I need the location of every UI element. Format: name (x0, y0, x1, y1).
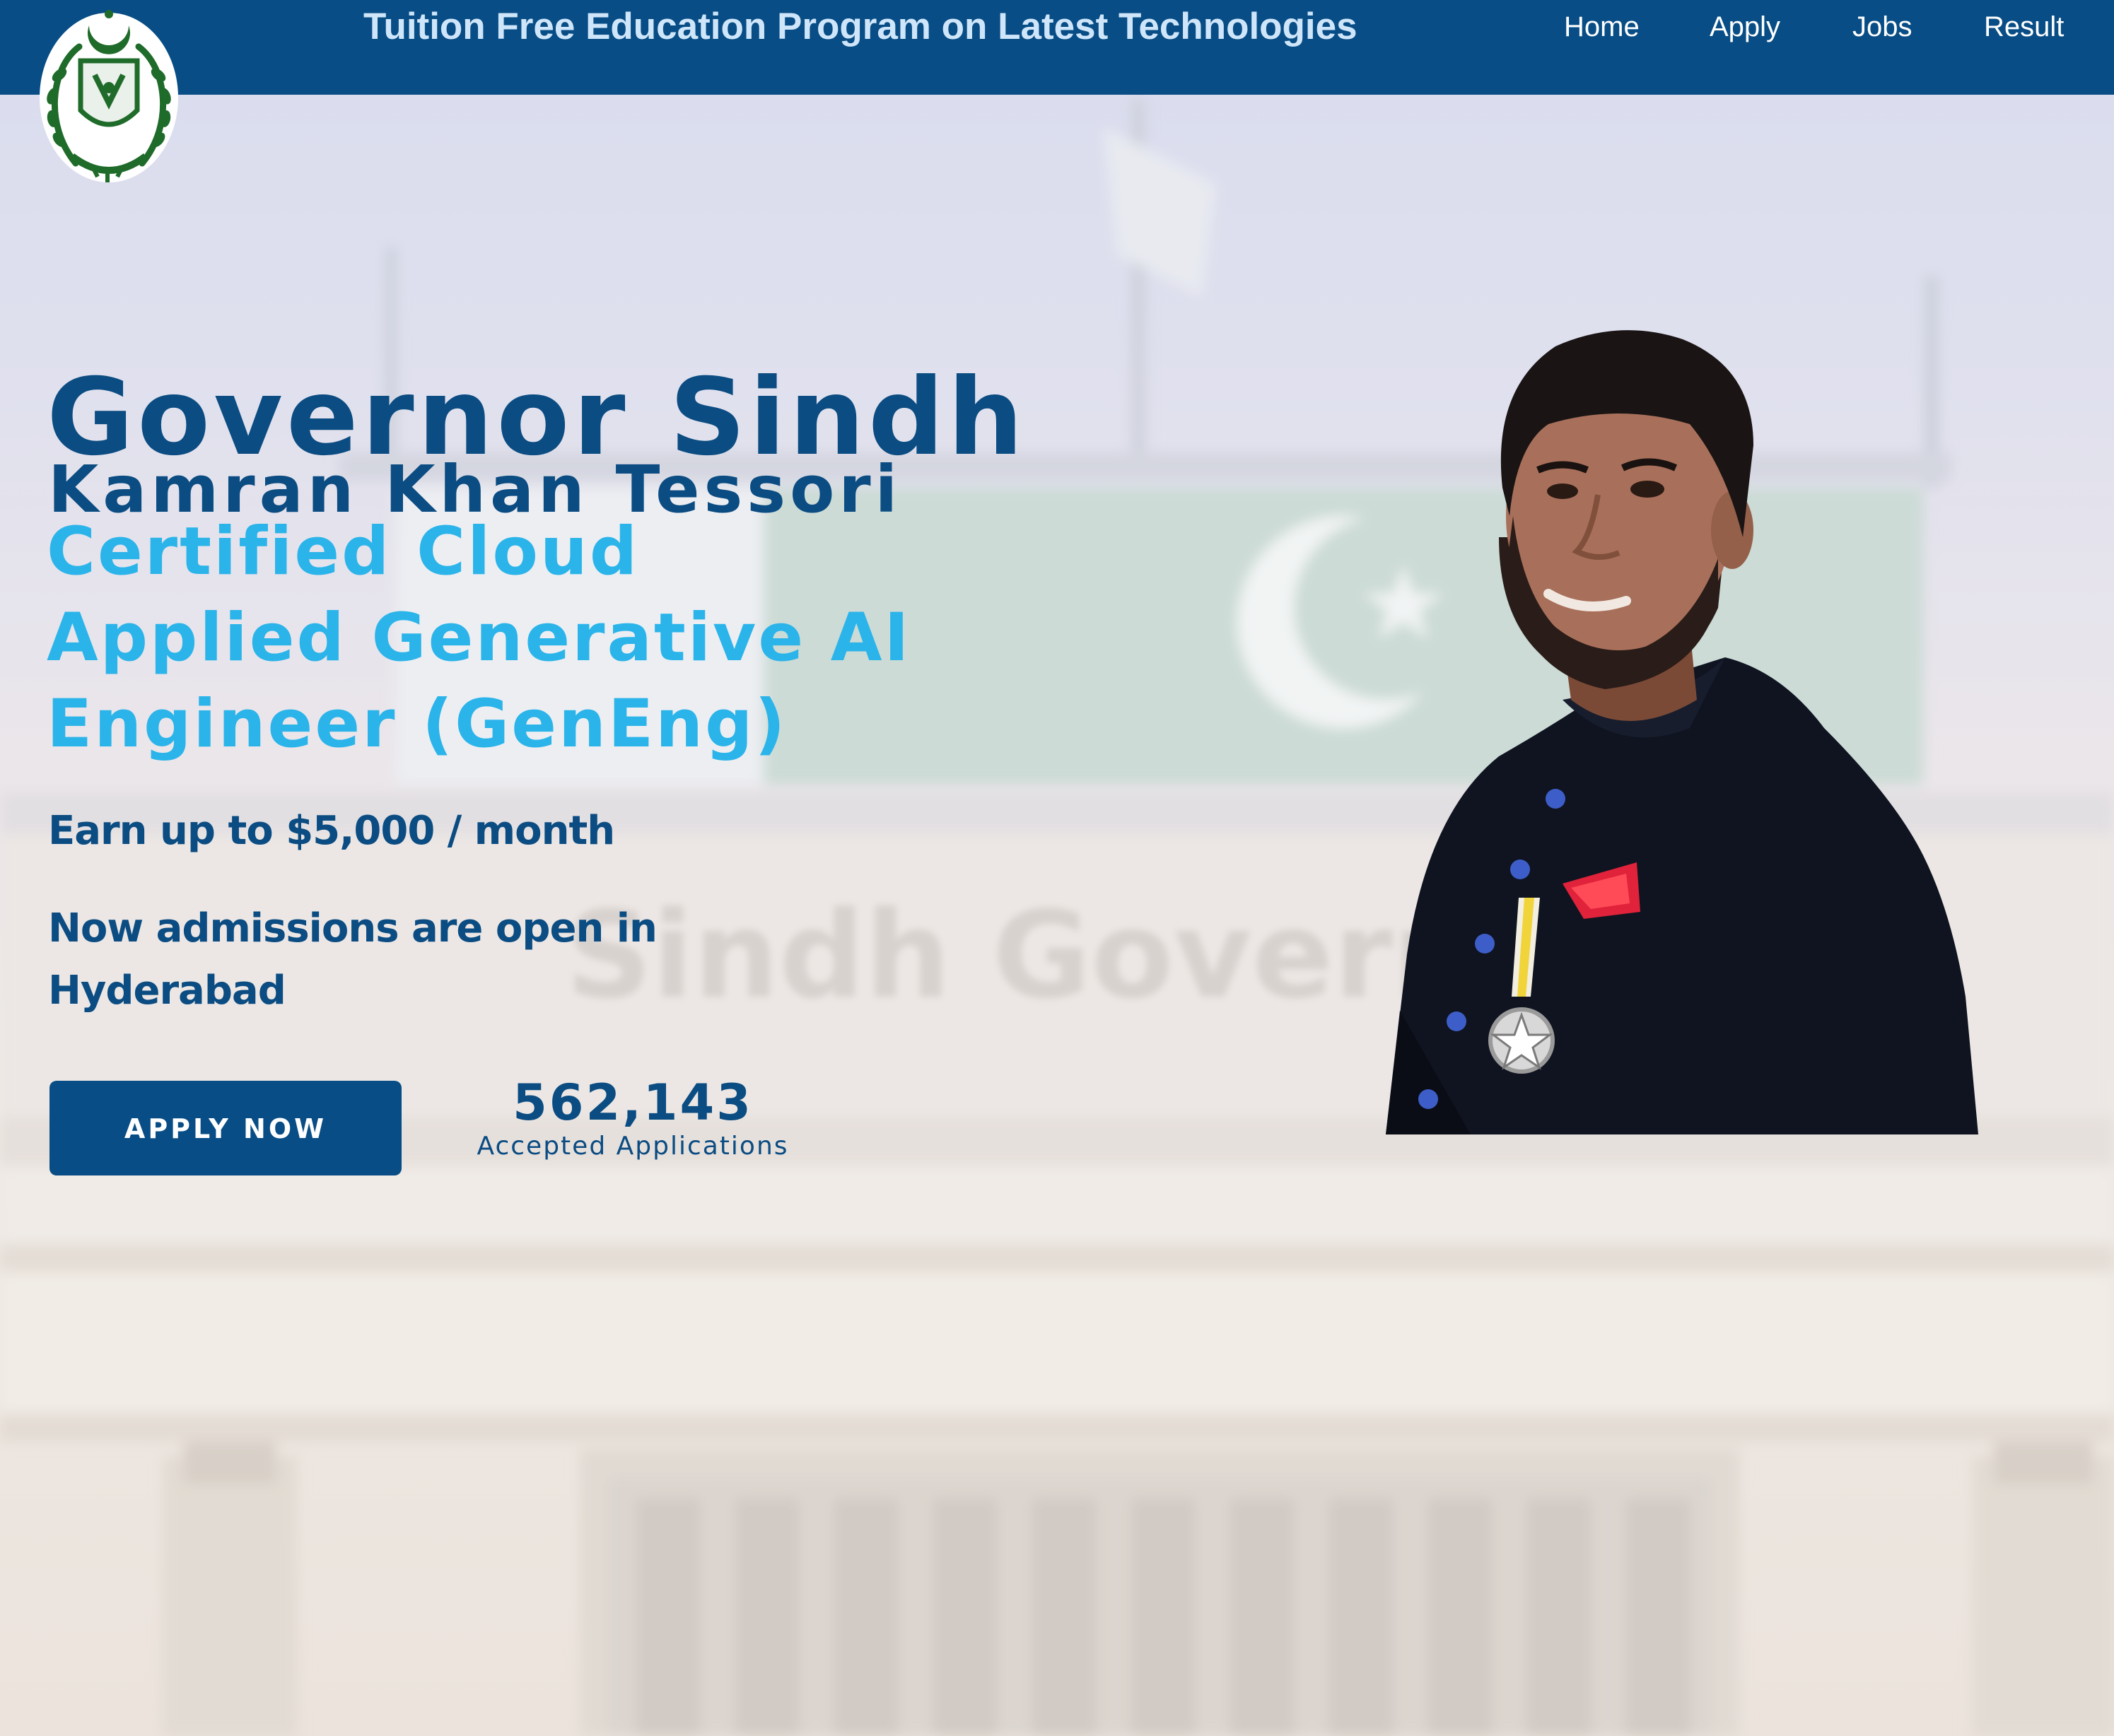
admission-notice-line: Hyderabad (48, 968, 286, 1014)
governor-portrait-illustration (1386, 330, 1978, 1134)
admission-notice: Now admissions are open in Hyderabad (48, 898, 826, 1022)
accepted-applications-count: 562,143 (513, 1074, 753, 1132)
nav-result-link[interactable]: Result (1984, 6, 2064, 48)
top-navbar: Tuition Free Education Program on Latest… (0, 0, 2114, 95)
site-title: Tuition Free Education Program on Latest… (363, 6, 1357, 47)
governor-sindh-emblem-logo[interactable] (37, 4, 181, 185)
nav-home-link[interactable]: Home (1564, 6, 1640, 48)
nav-apply-link[interactable]: Apply (1710, 6, 1780, 48)
apply-now-button[interactable]: APPLY NOW (49, 1081, 402, 1175)
emblem-icon (40, 10, 178, 182)
program-title: Certified Cloud Applied Generative AI En… (47, 509, 966, 768)
program-title-line: Engineer (GenEng) (47, 686, 788, 763)
admission-notice-line: Now admissions are open in (48, 905, 658, 951)
governor-portrait-image (1386, 304, 1987, 1134)
program-title-line: Applied Generative AI (47, 599, 911, 676)
accepted-applications-label: Accepted Applications (477, 1132, 789, 1161)
earnings-text: Earn up to $5,000 / month (48, 808, 615, 854)
nav-jobs-link[interactable]: Jobs (1852, 6, 1912, 48)
program-title-line: Certified Cloud (47, 513, 640, 590)
